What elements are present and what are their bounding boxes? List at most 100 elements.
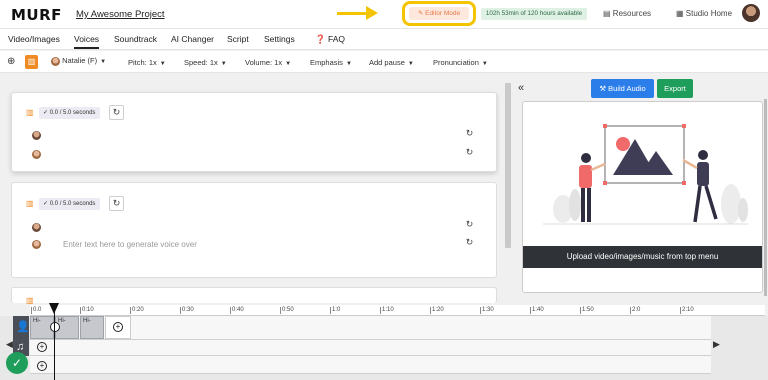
refresh-icon[interactable]: ↻ (462, 146, 477, 161)
voice-block[interactable]: ▥ ✓ 0.0 / 5.0 seconds ↻ Enter text here … (11, 182, 497, 278)
speed-select[interactable]: Speed: 1x ▼ (184, 58, 227, 67)
blocks-scrollbar[interactable] (505, 83, 511, 248)
regenerate-button[interactable]: ↻ (109, 196, 124, 211)
timeline-ruler[interactable]: 0.0 0:10 0:20 0:30 0:40 0:50 1:0 1:10 1:… (30, 305, 765, 316)
ruler-tick: 1:30 (480, 307, 494, 314)
refresh-icon[interactable]: ↻ (462, 127, 477, 142)
voice-track-label: 👤 (13, 316, 30, 340)
voice-avatar[interactable] (32, 131, 41, 140)
export-button[interactable]: Export (657, 79, 693, 98)
tab-script[interactable]: Script (227, 34, 249, 44)
pronunciation-select[interactable]: Pronunciation ▼ (433, 58, 488, 67)
voice-select[interactable]: Natalie (F) ▼ (51, 56, 106, 66)
timeline-left-arrow[interactable]: ◀ (6, 339, 13, 350)
ruler-tick: 0.0 (31, 307, 42, 314)
volume-select[interactable]: Volume: 1x ▼ (245, 58, 291, 67)
ruler-tick: 0:20 (130, 307, 144, 314)
tab-settings[interactable]: Settings (264, 34, 295, 44)
add-block-icon[interactable]: ⊕ (7, 56, 15, 67)
chevron-down-icon: ▼ (407, 61, 414, 67)
trash-icon[interactable]: ▥ (26, 296, 34, 305)
trash-icon[interactable]: ▥ (26, 199, 34, 208)
check-icon: ✓ (43, 201, 49, 207)
highlight-arrow-shaft (337, 12, 369, 15)
voice-avatar[interactable] (32, 150, 41, 159)
resources-link[interactable]: ▤ Resources (603, 9, 651, 18)
add-track-icon[interactable]: + (37, 361, 47, 371)
hours-available-badge: 102h 53min of 120 hours available (481, 8, 587, 20)
voice-avatar[interactable] (32, 240, 41, 249)
murf-logo[interactable]: MURF (11, 6, 62, 24)
duration-badge: ✓ 0.0 / 5.0 seconds (39, 198, 101, 210)
studio-home-icon: ▦ (676, 9, 684, 18)
ruler-tick: 0:40 (230, 307, 244, 314)
refresh-icon[interactable]: ↻ (462, 218, 477, 233)
build-audio-button[interactable]: ⚒ Build Audio (591, 79, 654, 98)
add-pause-select[interactable]: Add pause ▼ (369, 58, 414, 67)
chevron-down-icon: ▼ (100, 59, 107, 65)
chevron-down-icon: ▼ (481, 61, 488, 67)
panel-scrollbar[interactable] (764, 99, 767, 296)
ruler-tick: 2:0 (630, 307, 641, 314)
tab-soundtrack[interactable]: Soundtrack (114, 34, 157, 44)
user-avatar[interactable] (742, 4, 760, 22)
upload-caption: Upload video/images/music from top menu (523, 246, 762, 268)
ruler-tick: 0:10 (80, 307, 94, 314)
delete-block-icon[interactable]: ▥ (25, 55, 38, 69)
tab-faq[interactable]: ❓ FAQ (315, 34, 345, 45)
music-track[interactable] (30, 340, 711, 356)
chevron-down-icon: ▼ (345, 61, 352, 67)
voice-avatar (51, 56, 60, 66)
pencil-icon: ✎ (417, 10, 424, 17)
script-text-input[interactable]: Enter text here to generate voice over (63, 240, 197, 249)
person-icon: 👤 (16, 321, 30, 333)
project-title[interactable]: My Awesome Project (76, 9, 165, 20)
check-icon: ✓ (43, 110, 49, 116)
extra-track[interactable] (30, 356, 711, 374)
voice-toolbar: ⊕ ▥ Natalie (F) ▼ Pitch: 1x ▼ Speed: 1x ▼ V… (0, 51, 768, 73)
timeline-right-arrow[interactable]: ▶ (713, 339, 720, 350)
voice-track[interactable] (30, 316, 711, 340)
chevron-down-icon: ▼ (220, 61, 227, 67)
chevron-down-icon: ▼ (285, 61, 292, 67)
top-bar: MURF My Awesome Project ✎ Editor Mode 10… (0, 0, 768, 29)
voice-avatar[interactable] (32, 223, 41, 232)
build-icon: ⚒ (599, 84, 607, 93)
highlight-arrow-icon (366, 6, 378, 20)
pitch-select[interactable]: Pitch: 1x ▼ (128, 58, 166, 67)
ruler-tick: 1:20 (430, 307, 444, 314)
playhead-line[interactable] (54, 311, 55, 380)
upload-illustration (543, 124, 748, 225)
ruler-tick: 1:0 (330, 307, 341, 314)
resources-icon: ▤ (603, 9, 611, 18)
refresh-icon[interactable]: ↻ (462, 236, 477, 251)
ruler-tick: 1:10 (380, 307, 394, 314)
duration-badge: ✓ 0.0 / 5.0 seconds (39, 107, 101, 119)
tab-voices[interactable]: Voices (74, 34, 100, 49)
playhead-handle[interactable] (50, 322, 60, 332)
media-preview-panel: Upload video/images/music from top menu (522, 101, 763, 293)
ruler-tick: 2:10 (680, 307, 694, 314)
ruler-tick: 0:30 (180, 307, 194, 314)
trash-icon[interactable]: ▥ (26, 108, 34, 117)
studio-home-link[interactable]: ▦ Studio Home (676, 9, 732, 18)
add-icon[interactable]: + (113, 322, 123, 332)
regenerate-button[interactable]: ↻ (109, 105, 124, 120)
tab-ai-changer[interactable]: AI Changer (171, 34, 214, 44)
voice-block[interactable]: ▥ (11, 287, 497, 305)
emphasis-select[interactable]: Emphasis ▼ (310, 58, 352, 67)
voice-block[interactable]: ▥ ✓ 0.0 / 5.0 seconds ↻ ↻ ↻ (11, 92, 497, 172)
main-tabs: Video/Images Voices Soundtrack AI Change… (0, 29, 768, 50)
chevron-down-icon: ▼ (159, 61, 166, 67)
tab-video-images[interactable]: Video/Images (8, 34, 60, 44)
ruler-tick: 1:40 (530, 307, 544, 314)
ruler-tick: 0:50 (280, 307, 294, 314)
collapse-panel-icon[interactable]: « (518, 82, 524, 94)
ruler-tick: 1:50 (580, 307, 594, 314)
add-clip-slot[interactable]: + (105, 316, 131, 339)
success-check-icon[interactable]: ✓ (6, 352, 28, 374)
timeline-clip[interactable]: Hi- (80, 316, 104, 339)
editor-mode-button[interactable]: ✎ Editor Mode (409, 7, 469, 20)
add-music-icon[interactable]: + (37, 342, 47, 352)
question-icon: ❓ (315, 34, 326, 44)
